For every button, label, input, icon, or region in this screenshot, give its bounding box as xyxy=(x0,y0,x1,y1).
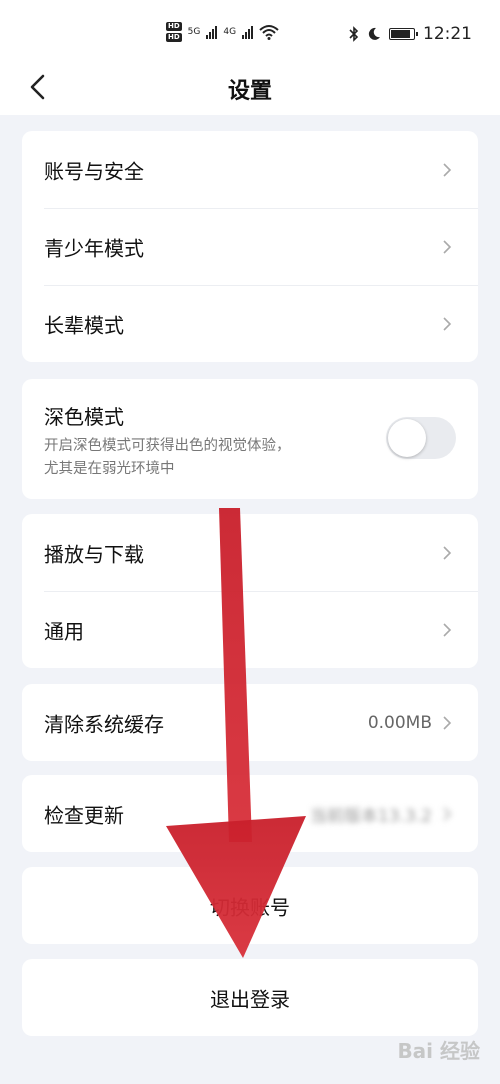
dark-mode-toggle[interactable] xyxy=(386,417,456,459)
chevron-right-icon xyxy=(443,806,452,821)
settings-row-playback-download[interactable]: 播放与下载 xyxy=(22,514,478,591)
logout-button[interactable]: 退出登录 xyxy=(22,959,478,1036)
network-4g-label: 4G xyxy=(223,27,237,37)
chevron-right-icon xyxy=(443,715,452,730)
cache-card: 清除系统缓存 0.00MB xyxy=(22,684,478,761)
account-settings-card: 账号与安全 青少年模式 长辈模式 xyxy=(22,131,478,362)
hd-badge-2: HD xyxy=(166,33,182,42)
page-title: 设置 xyxy=(227,79,272,104)
settings-row-teen-mode[interactable]: 青少年模式 xyxy=(22,208,478,285)
media-settings-card: 播放与下载 通用 xyxy=(22,514,478,668)
dark-mode-desc-line-2: 尤其是在弱光环境中 xyxy=(44,461,175,477)
settings-row-general[interactable]: 通用 xyxy=(22,591,478,668)
watermark-text: Bai 经验 xyxy=(397,1039,480,1063)
navigation-bar: 设置 xyxy=(0,60,500,115)
chevron-right-icon xyxy=(443,316,452,331)
update-card: 检查更新 当前版本13.3.2 xyxy=(22,775,478,852)
logout-label: 退出登录 xyxy=(210,987,290,1011)
chevron-right-icon xyxy=(443,239,452,254)
dark-mode-description: 开启深色模式可获得出色的视觉体验， 尤其是在弱光环境中 xyxy=(44,435,354,481)
chevron-right-icon xyxy=(443,622,452,637)
clock: 12:21 xyxy=(423,24,472,44)
bluetooth-icon xyxy=(349,26,359,42)
battery-icon xyxy=(389,28,418,40)
switch-account-button[interactable]: 切换账号 xyxy=(22,867,478,944)
chevron-right-icon xyxy=(443,162,452,177)
cache-size-value: 0.00MB xyxy=(367,712,432,733)
settings-row-check-update[interactable]: 检查更新 当前版本13.3.2 xyxy=(22,775,478,852)
network-indicators: HD HD 5G 4G xyxy=(166,22,279,42)
row-label: 播放与下载 xyxy=(44,542,144,566)
dark-mode-card: 深色模式 开启深色模式可获得出色的视觉体验， 尤其是在弱光环境中 xyxy=(22,379,478,499)
dark-mode-desc-line-1: 开启深色模式可获得出色的视觉体验， xyxy=(44,438,291,454)
watermark: Bai 经验 xyxy=(397,1035,480,1064)
signal-icon-2 xyxy=(242,25,254,39)
chevron-right-icon xyxy=(443,545,452,560)
settings-row-elder-mode[interactable]: 长辈模式 xyxy=(22,285,478,362)
row-label: 长辈模式 xyxy=(44,313,124,337)
moon-icon xyxy=(368,27,380,40)
system-indicators: 12:21 xyxy=(349,24,472,44)
row-label: 青少年模式 xyxy=(44,236,144,260)
switch-account-label: 切换账号 xyxy=(210,895,290,919)
logout-card: 退出登录 xyxy=(22,959,478,1036)
row-label: 账号与安全 xyxy=(44,159,144,183)
row-label: 清除系统缓存 xyxy=(44,712,164,736)
version-value: 当前版本13.3.2 xyxy=(309,806,432,826)
settings-row-clear-cache[interactable]: 清除系统缓存 0.00MB xyxy=(22,684,478,761)
row-label: 检查更新 xyxy=(44,803,124,827)
signal-icon-1 xyxy=(206,25,218,39)
wifi-icon xyxy=(259,25,279,40)
toggle-knob xyxy=(388,419,426,457)
dark-mode-title: 深色模式 xyxy=(44,405,124,429)
settings-row-account-security[interactable]: 账号与安全 xyxy=(22,131,478,208)
row-label: 通用 xyxy=(44,619,84,643)
hd-badge-1: HD xyxy=(166,22,182,31)
switch-account-card: 切换账号 xyxy=(22,867,478,944)
network-5g-label: 5G xyxy=(187,27,201,37)
